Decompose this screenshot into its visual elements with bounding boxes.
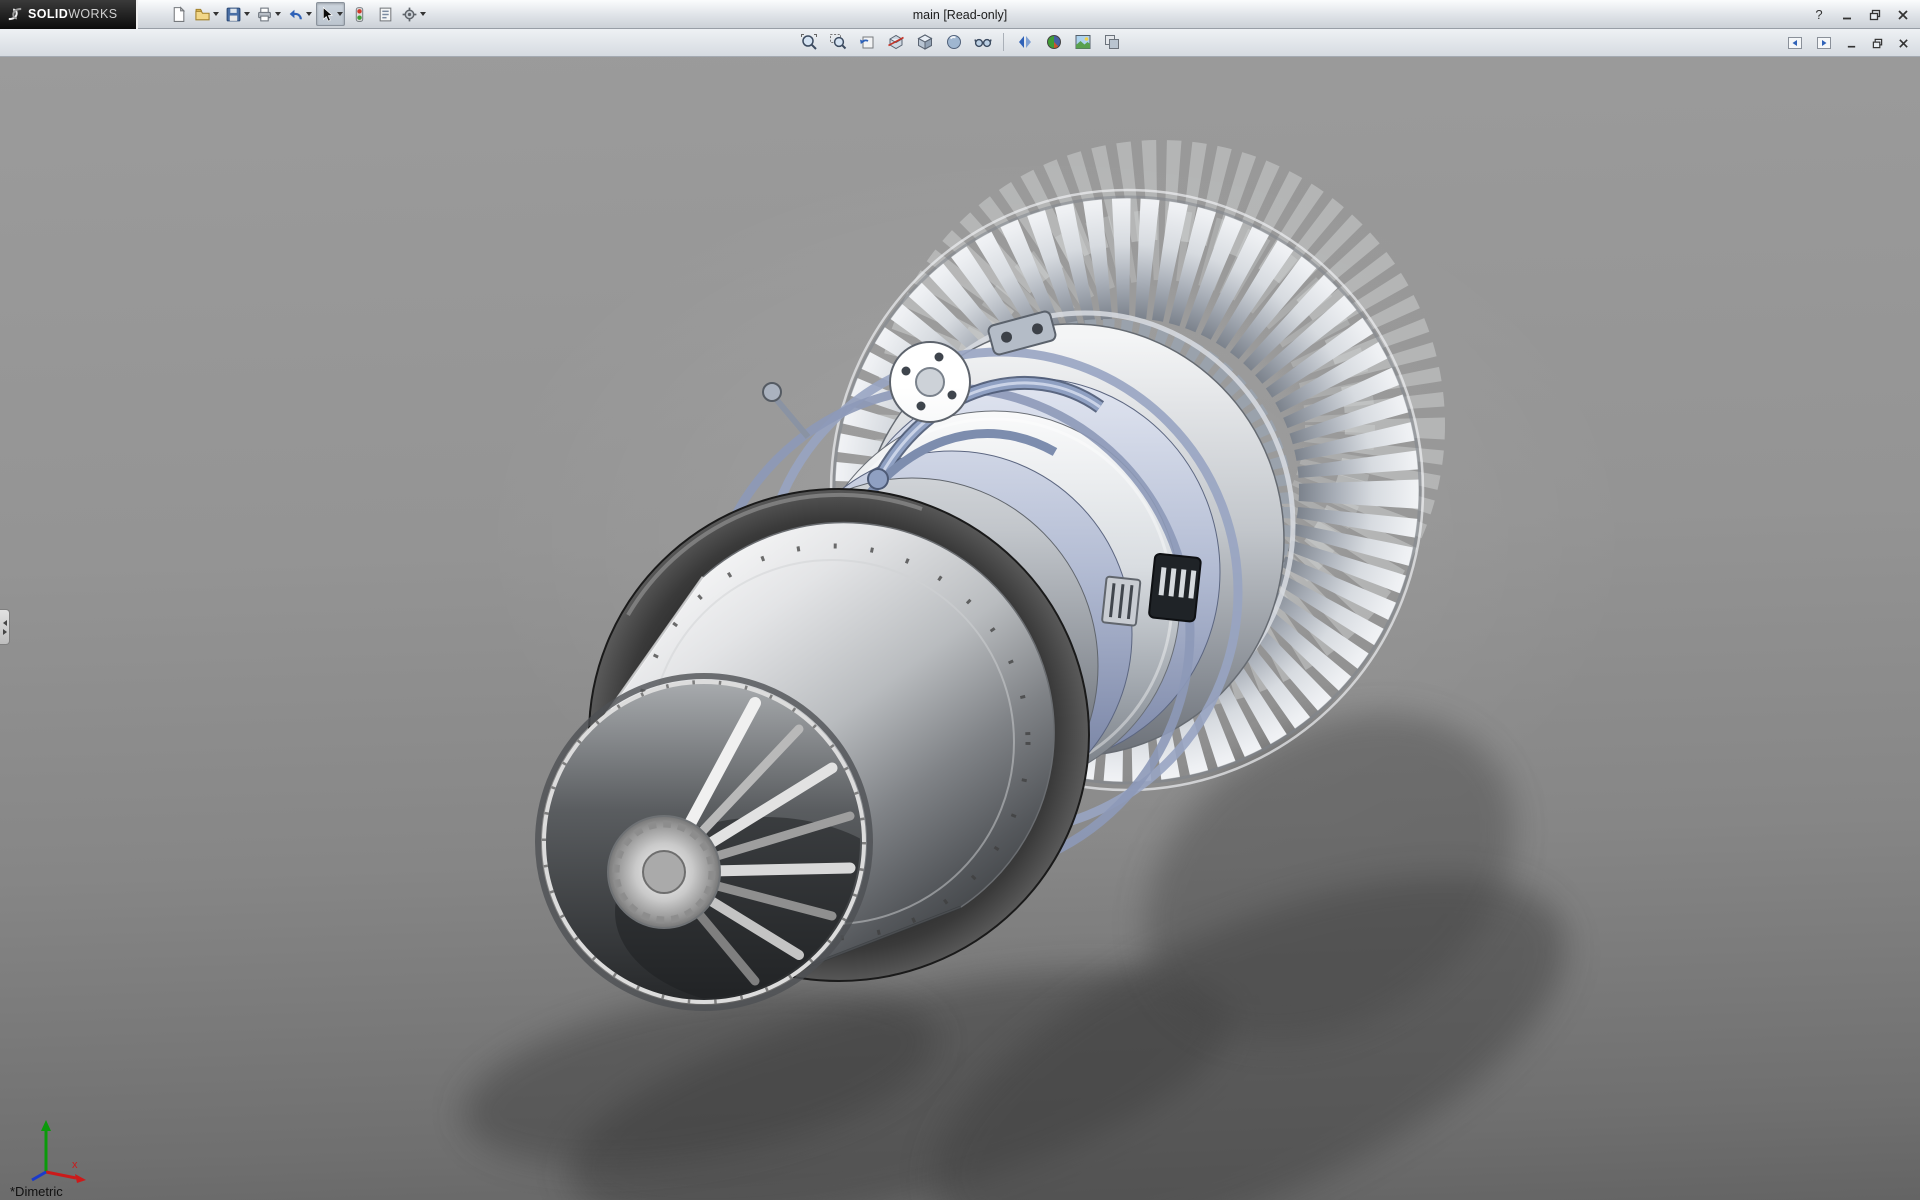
view-orientation-button[interactable] bbox=[912, 30, 937, 54]
print-button[interactable] bbox=[254, 2, 283, 26]
standard-toolbar bbox=[166, 2, 428, 26]
panel-splitter-handle[interactable] bbox=[0, 609, 10, 645]
solidworks-logo: SOLIDWORKS bbox=[0, 0, 138, 29]
options-dropdown-caret[interactable] bbox=[420, 12, 426, 16]
display-style-icon bbox=[945, 33, 963, 51]
close-button[interactable] bbox=[1892, 5, 1914, 25]
restore-button[interactable] bbox=[1864, 5, 1886, 25]
display-settings-button[interactable] bbox=[1012, 30, 1037, 54]
minimize-icon bbox=[1841, 9, 1853, 21]
triad-y-axis bbox=[41, 1120, 51, 1131]
open-button[interactable] bbox=[192, 2, 221, 26]
zoom-to-fit-icon bbox=[800, 33, 818, 51]
splitter-arrow-right-icon bbox=[3, 629, 7, 635]
save-floppy-icon bbox=[225, 6, 242, 23]
apply-scene-icon bbox=[1074, 33, 1092, 51]
section-view-button[interactable] bbox=[883, 30, 908, 54]
doc-close-icon bbox=[1898, 38, 1909, 49]
view-orientation-label: *Dimetric bbox=[10, 1184, 63, 1199]
edit-appearance-sphere-icon bbox=[1045, 33, 1063, 51]
titlebar: SOLIDWORKS bbox=[0, 0, 1920, 29]
doc-close-button[interactable] bbox=[1892, 33, 1914, 53]
apply-scene-button[interactable] bbox=[1070, 30, 1095, 54]
zoom-to-fit-button[interactable] bbox=[796, 30, 821, 54]
select-cursor-icon bbox=[318, 6, 335, 23]
window-title: main [Read-only] bbox=[913, 0, 1008, 29]
print-dropdown-caret[interactable] bbox=[275, 12, 281, 16]
window-controls: ? bbox=[1808, 0, 1914, 29]
engine-3d-model[interactable] bbox=[0, 57, 1920, 1200]
new-document-button[interactable] bbox=[166, 2, 190, 26]
new-document-icon bbox=[170, 6, 187, 23]
view-tools bbox=[796, 30, 1124, 54]
panel-arrow-right-icon bbox=[1816, 35, 1832, 51]
graphics-viewport[interactable]: x *Dimetric bbox=[0, 57, 1920, 1200]
previous-view-icon bbox=[858, 33, 876, 51]
restore-icon bbox=[1869, 9, 1881, 21]
undo-dropdown-caret[interactable] bbox=[306, 12, 312, 16]
zoom-to-area-button[interactable] bbox=[825, 30, 850, 54]
select-dropdown-caret[interactable] bbox=[337, 12, 343, 16]
solidworks-logo-mark bbox=[6, 5, 24, 23]
open-folder-icon bbox=[194, 6, 211, 23]
rebuild-button[interactable] bbox=[347, 2, 371, 26]
file-properties-button[interactable] bbox=[373, 2, 397, 26]
undo-arrow-icon bbox=[287, 6, 304, 23]
display-style-button[interactable] bbox=[941, 30, 966, 54]
minimize-button[interactable] bbox=[1836, 5, 1858, 25]
doc-minimize-icon bbox=[1846, 38, 1857, 49]
toolbar-separator bbox=[1003, 33, 1004, 51]
doc-restore-button[interactable] bbox=[1866, 33, 1888, 53]
display-settings-icon bbox=[1016, 33, 1034, 51]
triad-x-axis bbox=[75, 1174, 86, 1183]
document-window-controls bbox=[1782, 31, 1914, 55]
open-dropdown-caret[interactable] bbox=[213, 12, 219, 16]
triad-x-label: x bbox=[72, 1159, 78, 1171]
save-button[interactable] bbox=[223, 2, 252, 26]
close-icon bbox=[1897, 9, 1909, 21]
panel-arrow-left-button[interactable] bbox=[1782, 31, 1807, 55]
options-gear-icon bbox=[401, 6, 418, 23]
zoom-to-area-icon bbox=[829, 33, 847, 51]
brand-bold: SOLID bbox=[28, 7, 68, 21]
doc-restore-icon bbox=[1872, 38, 1883, 49]
help-glyph: ? bbox=[1815, 7, 1822, 22]
reference-triad: x bbox=[16, 1114, 96, 1184]
edit-appearance-button[interactable] bbox=[1041, 30, 1066, 54]
view-settings-button[interactable] bbox=[1099, 30, 1124, 54]
heads-up-view-toolbar bbox=[0, 29, 1920, 57]
triad-z-axis bbox=[32, 1172, 46, 1180]
panel-arrow-right-button[interactable] bbox=[1811, 31, 1836, 55]
doc-minimize-button[interactable] bbox=[1840, 33, 1862, 53]
undo-button[interactable] bbox=[285, 2, 314, 26]
panel-arrow-left-icon bbox=[1787, 35, 1803, 51]
select-button[interactable] bbox=[316, 2, 345, 26]
splitter-arrow-left-icon bbox=[3, 620, 7, 626]
rebuild-stoplight-icon bbox=[351, 6, 368, 23]
file-properties-icon bbox=[377, 6, 394, 23]
view-orientation-cube-icon bbox=[916, 33, 934, 51]
previous-view-button[interactable] bbox=[854, 30, 879, 54]
hide-show-glasses-icon bbox=[974, 33, 992, 51]
view-settings-icon bbox=[1103, 33, 1121, 51]
options-button[interactable] bbox=[399, 2, 428, 26]
brand-text: SOLIDWORKS bbox=[28, 7, 117, 21]
help-button[interactable]: ? bbox=[1808, 5, 1830, 25]
section-view-icon bbox=[887, 33, 905, 51]
print-icon bbox=[256, 6, 273, 23]
hide-show-items-button[interactable] bbox=[970, 30, 995, 54]
brand-light: WORKS bbox=[68, 7, 117, 21]
save-dropdown-caret[interactable] bbox=[244, 12, 250, 16]
